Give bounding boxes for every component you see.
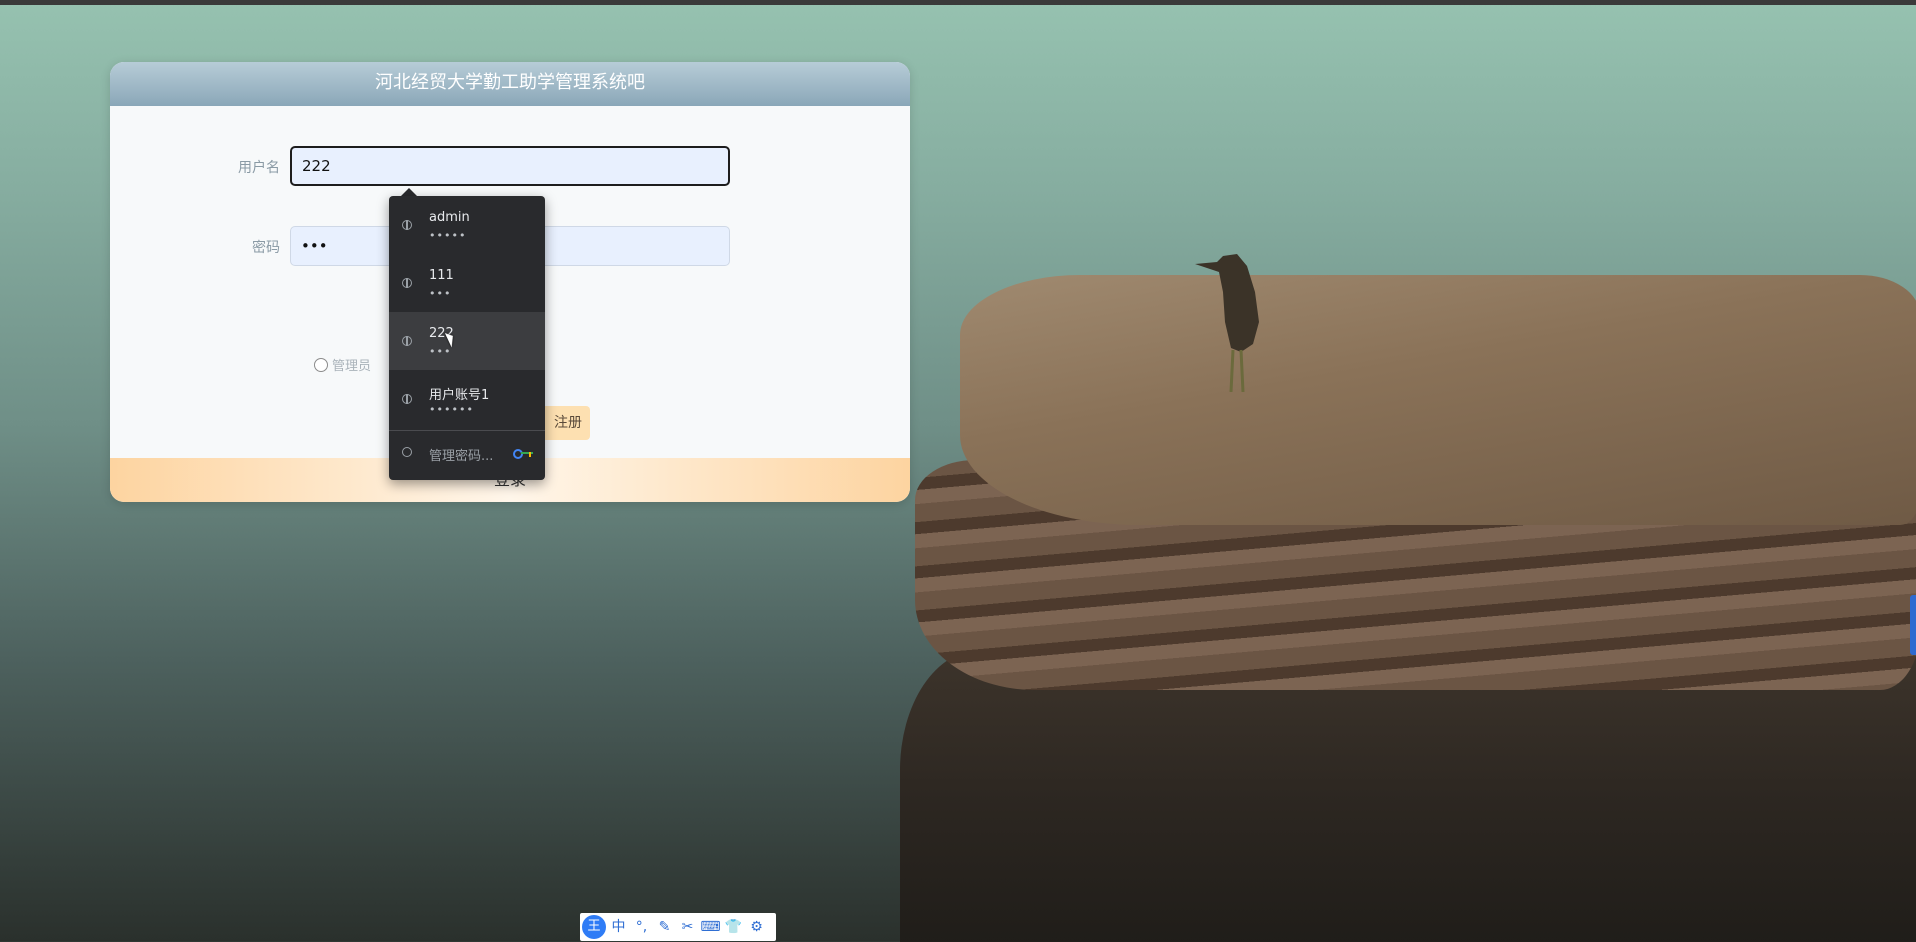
manage-passwords-item[interactable]: 管理密码... xyxy=(389,433,545,473)
password-autofill-popup: admin ••••• 111 ••• 222 ••• 用户账号1 ••••••… xyxy=(389,196,545,480)
password-label: 密码 xyxy=(252,240,280,256)
autofill-item[interactable]: 222 ••• xyxy=(389,312,545,370)
autofill-password: ••••• xyxy=(429,229,467,242)
ime-toolbar: 王 中 °, ✎ ✂ ⌨ 👕 ⚙ xyxy=(580,913,776,941)
ime-skin-button[interactable]: 👕 xyxy=(723,915,744,939)
globe-icon xyxy=(402,394,412,404)
role-admin-option[interactable]: 管理员 xyxy=(314,355,371,374)
background-scenery xyxy=(900,230,1916,942)
autofill-password: ••• xyxy=(429,345,452,358)
rock-top xyxy=(960,275,1916,525)
ime-punctuation-button[interactable]: °, xyxy=(631,915,652,939)
ime-logo-icon[interactable]: 王 xyxy=(582,915,606,939)
side-panel-handle[interactable] xyxy=(1910,595,1916,655)
autofill-item[interactable]: 111 ••• xyxy=(389,254,545,312)
ime-keyboard-button[interactable]: ⌨ xyxy=(700,915,721,939)
browser-top-bar xyxy=(0,0,1916,5)
rock-reflection xyxy=(900,650,1916,942)
popup-divider xyxy=(389,430,545,431)
autofill-password: •••••• xyxy=(429,403,474,416)
autofill-item[interactable]: admin ••••• xyxy=(389,196,545,254)
ime-chinese-mode-button[interactable]: 中 xyxy=(608,915,629,939)
key-icon xyxy=(513,449,533,459)
autofill-username: admin xyxy=(429,210,470,225)
autofill-item[interactable]: 用户账号1 •••••• xyxy=(389,370,545,428)
globe-icon xyxy=(402,220,412,230)
globe-icon xyxy=(402,278,412,288)
ime-handwriting-button[interactable]: ✎ xyxy=(654,915,675,939)
username-input[interactable]: 222 xyxy=(290,146,730,186)
username-label: 用户名 xyxy=(238,160,280,176)
autofill-username: 111 xyxy=(429,268,454,283)
heron-bird xyxy=(1195,254,1259,392)
radio-icon[interactable] xyxy=(314,357,328,372)
chrome-icon xyxy=(402,447,412,457)
autofill-password: ••• xyxy=(429,287,452,300)
page-title: 河北经贸大学勤工助学管理系统吧 xyxy=(110,62,910,106)
ime-settings-button[interactable]: ⚙ xyxy=(746,915,767,939)
ime-screenshot-button[interactable]: ✂ xyxy=(677,915,698,939)
globe-icon xyxy=(402,336,412,346)
autofill-username: 用户账号1 xyxy=(429,388,490,403)
role-admin-label: 管理员 xyxy=(332,359,372,374)
manage-passwords-label: 管理密码... xyxy=(429,449,494,464)
